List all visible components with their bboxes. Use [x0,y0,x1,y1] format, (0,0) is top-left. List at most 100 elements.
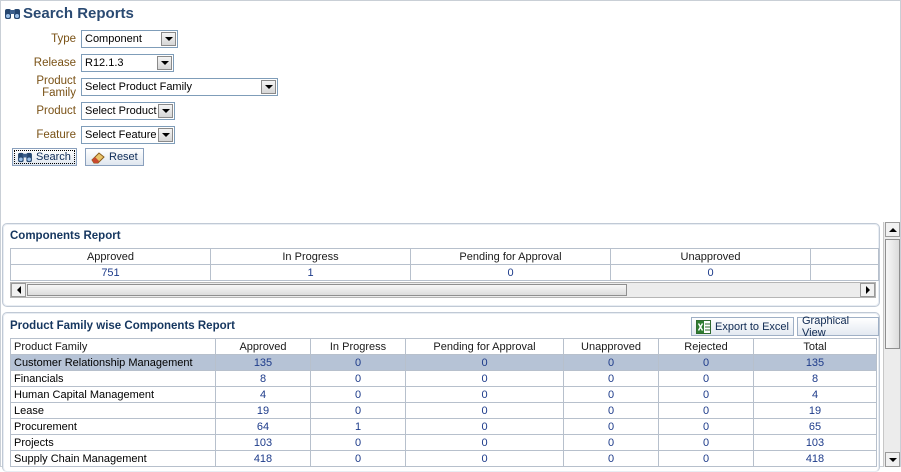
table-row[interactable]: Projects 103 0 0 0 0 103 [10,434,877,451]
scroll-up-button[interactable] [885,222,900,237]
approved-cell[interactable]: 64 [215,418,311,435]
unapproved-cell[interactable]: 0 [563,354,659,371]
release-select[interactable]: R12.1.3 [81,54,174,72]
reset-button[interactable]: Reset [85,148,144,166]
components-header-row: Approved In Progress Pending for Approva… [10,248,879,265]
product-family-cell: Human Capital Management [10,386,216,403]
column-header: In Progress [210,248,411,265]
chevron-down-icon[interactable] [157,56,172,70]
pending-cell[interactable]: 0 [405,450,564,467]
pending-count[interactable]: 0 [410,264,611,281]
pending-cell[interactable]: 0 [405,386,564,403]
type-row: Type Component [0,29,178,49]
table-row[interactable]: Procurement 64 1 0 0 0 65 [10,418,877,435]
scroll-left-button[interactable] [11,283,26,297]
table-row[interactable]: Financials 8 0 0 0 0 8 [10,370,877,387]
product-family-select[interactable]: Select Product Family [81,78,278,96]
rejected-cell[interactable]: 0 [658,434,754,451]
pending-cell[interactable]: 0 [405,402,564,419]
unapproved-cell[interactable]: 0 [563,434,659,451]
release-label: Release [33,57,76,69]
total-cell[interactable]: 8 [753,370,877,387]
chevron-down-icon[interactable] [158,128,173,142]
product-row: Product Select Product [0,101,175,121]
total-cell[interactable]: 418 [753,450,877,467]
column-header-unapproved: Unapproved [563,338,659,355]
in-progress-cell[interactable]: 1 [310,418,406,435]
approved-cell[interactable]: 8 [215,370,311,387]
search-button[interactable]: Search [12,148,77,166]
unapproved-count[interactable]: 0 [610,264,811,281]
in-progress-count[interactable]: 1 [210,264,411,281]
export-excel-label: Export to Excel [715,320,789,333]
type-select[interactable]: Component [81,30,178,48]
rejected-cell[interactable]: 0 [658,354,754,371]
table-row[interactable]: Customer Relationship Management 135 0 0… [10,354,877,371]
pending-cell[interactable]: 0 [405,434,564,451]
product-family-cell: Financials [10,370,216,387]
unapproved-cell[interactable]: 0 [563,418,659,435]
table-cell [810,264,879,281]
unapproved-cell[interactable]: 0 [563,370,659,387]
approved-cell[interactable]: 4 [215,386,311,403]
rejected-cell[interactable]: 0 [658,418,754,435]
product-select[interactable]: Select Product [81,102,175,120]
pending-cell[interactable]: 0 [405,418,564,435]
page-title: Search Reports [23,5,134,22]
chevron-down-icon[interactable] [158,104,173,118]
binoculars-icon [18,152,32,163]
unapproved-cell[interactable]: 0 [563,386,659,403]
table-row[interactable]: Human Capital Management 4 0 0 0 0 4 [10,386,877,403]
in-progress-cell[interactable]: 0 [310,434,406,451]
scroll-down-button[interactable] [885,452,900,467]
release-select-value: R12.1.3 [85,57,124,69]
column-header-total: Total [753,338,877,355]
total-cell[interactable]: 103 [753,434,877,451]
unapproved-cell[interactable]: 0 [563,402,659,419]
pending-cell[interactable]: 0 [405,370,564,387]
feature-select[interactable]: Select Feature [81,126,175,144]
rejected-cell[interactable]: 0 [658,450,754,467]
scroll-thumb[interactable] [885,239,900,349]
total-cell[interactable]: 4 [753,386,877,403]
product-family-cell: Projects [10,434,216,451]
approved-cell[interactable]: 418 [215,450,311,467]
export-excel-button[interactable]: Export to Excel [691,317,794,336]
scroll-right-button[interactable] [860,283,875,297]
scroll-thumb[interactable] [27,284,627,296]
product-family-cell: Supply Chain Management [10,450,216,467]
reset-button-label: Reset [109,151,138,163]
graphical-view-button[interactable]: Graphical View [797,315,879,339]
column-header: Unapproved [610,248,811,265]
in-progress-cell[interactable]: 0 [310,402,406,419]
table-row[interactable]: Lease 19 0 0 0 0 19 [10,402,877,419]
rejected-cell[interactable]: 0 [658,370,754,387]
feature-label: Feature [36,129,76,141]
total-cell[interactable]: 135 [753,354,877,371]
product-label: Product [36,105,76,117]
unapproved-cell[interactable]: 0 [563,450,659,467]
binoculars-icon [5,9,20,19]
release-row: Release R12.1.3 [0,53,174,73]
table-row[interactable]: Supply Chain Management 418 0 0 0 0 418 [10,450,877,467]
pending-cell[interactable]: 0 [405,354,564,371]
feature-select-value: Select Feature [85,129,157,141]
components-report-panel: Components Report Approved In Progress P… [2,223,880,307]
approved-cell[interactable]: 19 [215,402,311,419]
chevron-down-icon[interactable] [261,80,276,94]
approved-cell[interactable]: 135 [215,354,311,371]
chevron-down-icon[interactable] [161,32,176,46]
rejected-cell[interactable]: 0 [658,402,754,419]
product-family-select-value: Select Product Family [85,81,192,93]
approved-count[interactable]: 751 [10,264,211,281]
total-cell[interactable]: 65 [753,418,877,435]
in-progress-cell[interactable]: 0 [310,386,406,403]
total-cell[interactable]: 19 [753,402,877,419]
rejected-cell[interactable]: 0 [658,386,754,403]
in-progress-cell[interactable]: 0 [310,450,406,467]
in-progress-cell[interactable]: 0 [310,354,406,371]
in-progress-cell[interactable]: 0 [310,370,406,387]
approved-cell[interactable]: 103 [215,434,311,451]
horizontal-scrollbar[interactable] [10,282,876,298]
vertical-scrollbar[interactable] [883,222,900,467]
